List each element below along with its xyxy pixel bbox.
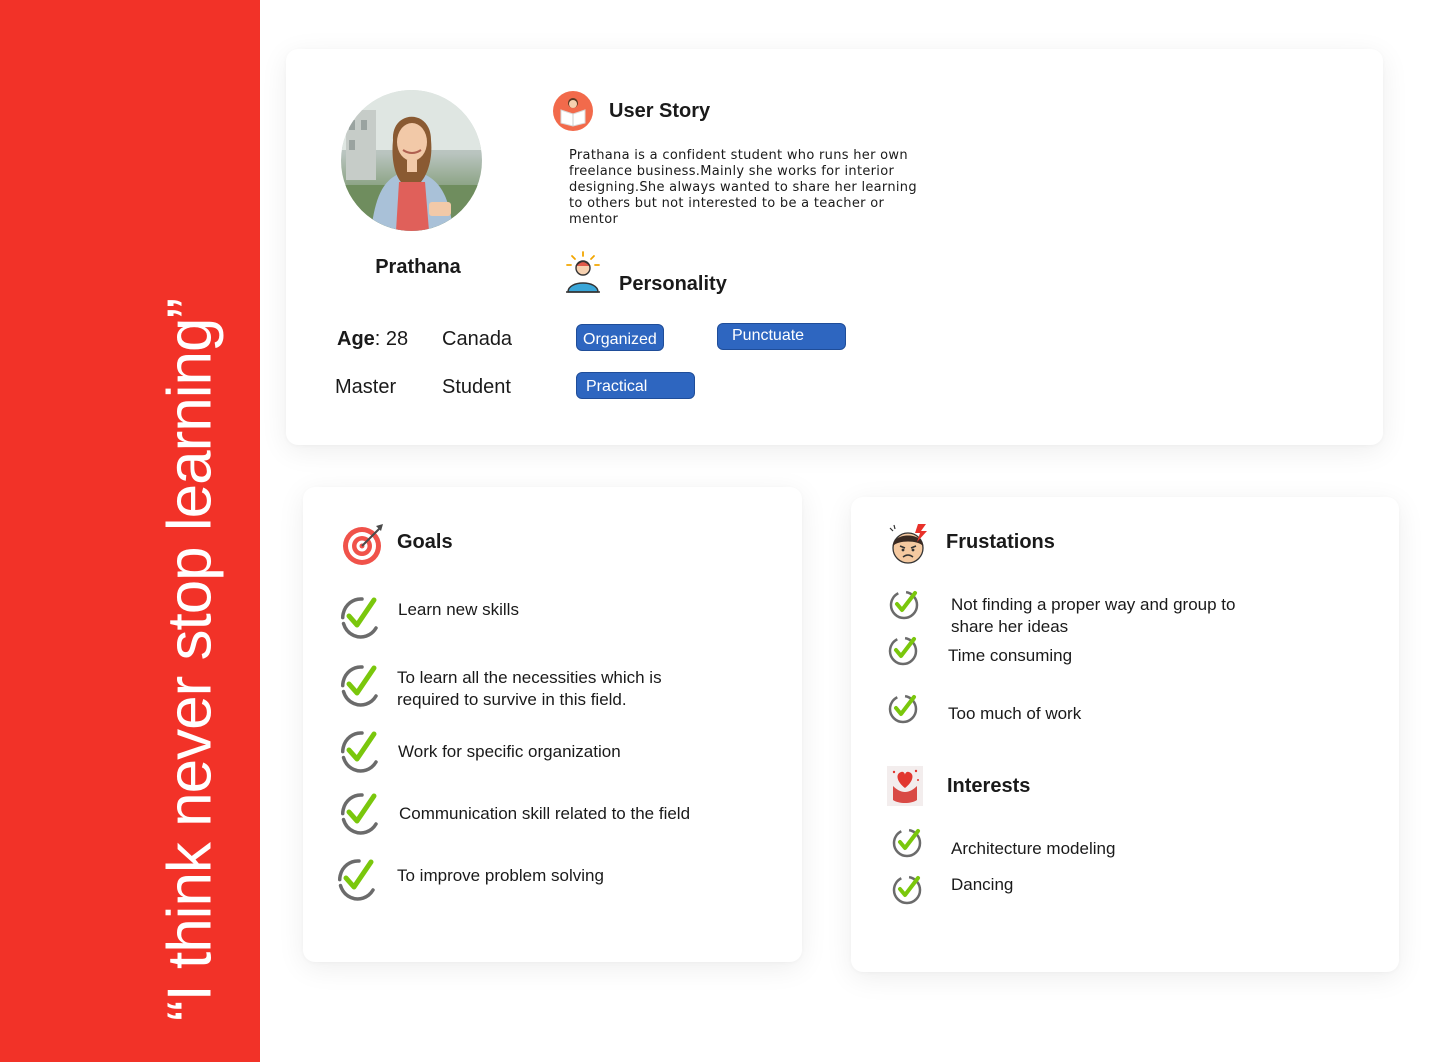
goal-item: Communication skill related to the field (399, 804, 691, 823)
degree-stat: Master (335, 376, 397, 398)
checkmark-icon (340, 597, 378, 639)
checkmark-icon (889, 590, 919, 620)
checkmark-icon (340, 731, 378, 773)
frustration-item: Not finding a proper way and group to sh… (951, 595, 1236, 636)
sidebar: “I think never stop learning” (0, 0, 260, 1062)
country-stat: Canada (442, 328, 513, 350)
checkmark-icon (892, 828, 922, 858)
checkmark-icon (888, 694, 918, 724)
interest-item: Architecture modeling (951, 839, 1116, 858)
interest-item: Dancing (951, 875, 1014, 894)
checkmark-icon (337, 859, 375, 901)
checkmark-icon (340, 793, 378, 835)
goal-item: Learn new skills (398, 600, 519, 619)
age-value: 28 (385, 328, 409, 350)
age-separator: : (374, 328, 381, 350)
goal-item: To learn all the necessities which is re… (397, 668, 662, 709)
heart-hands-icon (887, 766, 923, 811)
age-label: Age (337, 328, 375, 350)
avatar (341, 90, 482, 231)
checkmark-icon (340, 665, 378, 707)
personality-icon (563, 251, 603, 300)
goal-item: Work for specific organization (398, 742, 621, 761)
trait-tag: Practical (576, 372, 695, 399)
goals-title: Goals (397, 531, 453, 553)
persona-name: Prathana (375, 256, 461, 278)
frustrations-title: Frustations (946, 531, 1055, 553)
trait-tag: Organized (576, 324, 664, 351)
frustration-item: Too much of work (948, 704, 1082, 723)
quote-text: “I think never stop learning” (155, 298, 225, 1022)
frustrated-face-icon (888, 522, 930, 571)
personality-title: Personality (619, 273, 727, 295)
frustrations-card (851, 497, 1399, 972)
trait-tag: Punctuate (717, 323, 846, 350)
target-icon (341, 522, 385, 571)
user-story-title: User Story (609, 100, 711, 122)
reading-icon (552, 90, 594, 137)
frustration-item: Time consuming (948, 646, 1073, 665)
checkmark-icon (888, 636, 918, 666)
age-stat: Age: 28 (337, 328, 408, 351)
checkmark-icon (892, 875, 922, 905)
user-story-text: Prathana is a confident student who runs… (569, 148, 917, 227)
interests-title: Interests (947, 775, 1031, 797)
occupation-stat: Student (442, 376, 511, 398)
goal-item: To improve problem solving (397, 866, 604, 885)
